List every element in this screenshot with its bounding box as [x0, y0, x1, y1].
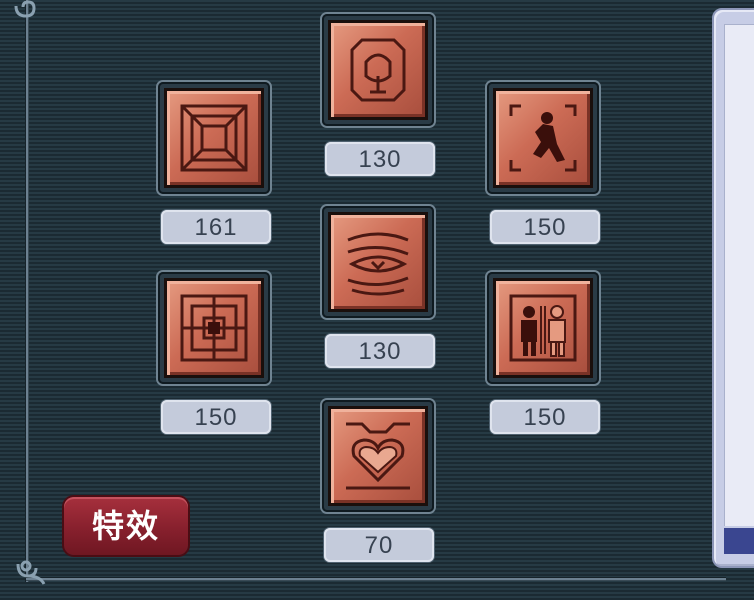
equipment-slot-5[interactable]: [158, 272, 270, 384]
equipment-slot-7[interactable]: [322, 400, 434, 512]
web-square-icon: [180, 294, 248, 362]
equipment-slot-1[interactable]: [158, 82, 270, 194]
side-panel-bar: [724, 528, 754, 554]
side-panel-content: [724, 24, 754, 526]
slot-2-value: 130: [325, 142, 435, 176]
slot-frame: [164, 278, 264, 378]
slot-4-value: 130: [325, 334, 435, 368]
heart-icon: [346, 422, 410, 490]
slot-6-value: 150: [490, 400, 600, 434]
slot-frame: [493, 88, 593, 188]
figure-icon: [509, 104, 577, 172]
slot-frame: [164, 88, 264, 188]
slot-frame: [328, 212, 428, 312]
equipment-slot-3[interactable]: [487, 82, 599, 194]
rune-tile: [331, 23, 425, 117]
slot-3-value: 150: [490, 210, 600, 244]
rune-tile: [167, 281, 261, 375]
equipment-slot-2[interactable]: [322, 14, 434, 126]
equipment-slot-4[interactable]: [322, 206, 434, 318]
rune-tile: [331, 409, 425, 503]
rune-tile: [496, 91, 590, 185]
rune-tile: [496, 281, 590, 375]
equipment-slot-6[interactable]: [487, 272, 599, 384]
frame-left-border: [26, 0, 28, 582]
slot-frame: [328, 20, 428, 120]
frame-bottom-border: [26, 578, 726, 580]
twin-figure-icon: [509, 294, 577, 362]
helmet-icon: [350, 38, 406, 102]
effect-button[interactable]: 特效: [64, 497, 188, 555]
concentric-square-icon: [180, 104, 248, 172]
slot-frame: [493, 278, 593, 378]
slot-1-value: 161: [161, 210, 271, 244]
side-panel: [712, 8, 754, 568]
ornament-top-icon: [14, 0, 36, 18]
slot-5-value: 150: [161, 400, 271, 434]
slot-7-value: 70: [324, 528, 434, 562]
rune-tile: [167, 91, 261, 185]
slot-frame: [328, 406, 428, 506]
rune-tile: [331, 215, 425, 309]
eye-icon: [347, 232, 409, 296]
ornament-bottom-icon: [16, 560, 46, 585]
